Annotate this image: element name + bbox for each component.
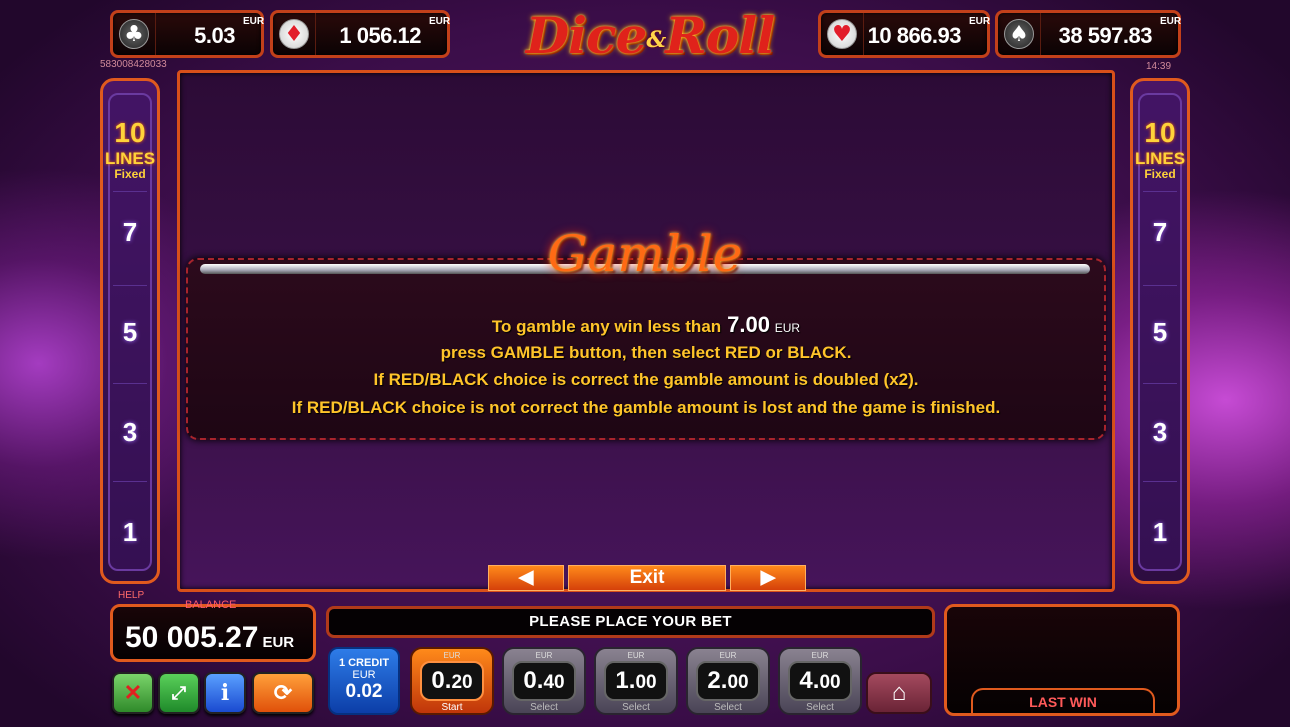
bet-button[interactable]: EUR 0.40 Select bbox=[502, 647, 586, 715]
prev-button[interactable]: ◀ bbox=[488, 565, 564, 591]
gamble-line-3: If RED/BLACK choice is correct the gambl… bbox=[373, 370, 919, 389]
next-button[interactable]: ▶ bbox=[730, 565, 806, 591]
fullscreen-icon[interactable]: ⤢ bbox=[158, 672, 200, 714]
line-number: 5 bbox=[122, 317, 138, 347]
gamble-limit: 7.00 bbox=[727, 312, 770, 337]
jackpot-currency: EUR bbox=[429, 16, 451, 27]
gamble-line-1: To gamble any win less than 7.00 EUR bbox=[491, 312, 801, 337]
jackpot-currency: EUR bbox=[243, 16, 265, 27]
line-number: 7 bbox=[122, 217, 138, 247]
sound-muted-icon[interactable]: ✕ bbox=[112, 672, 154, 714]
jackpot-currency: EUR bbox=[1160, 16, 1182, 27]
last-win-label: LAST WIN bbox=[971, 688, 1155, 714]
bet-button-selected[interactable]: EUR 0.20 Start bbox=[410, 647, 494, 715]
hearts-icon: ♥ bbox=[827, 19, 857, 49]
jackpot-value: 1 056.12 bbox=[339, 23, 421, 48]
clock: 14:39 bbox=[1146, 61, 1172, 72]
balance-label: BALANCE bbox=[185, 599, 237, 611]
lines-mode: Fixed bbox=[1144, 167, 1176, 181]
lines-label: LINES bbox=[104, 149, 156, 168]
session-id: 583008428033 bbox=[100, 59, 167, 70]
spades-icon: ♠ bbox=[1004, 19, 1034, 49]
help-label[interactable]: HELP bbox=[118, 590, 144, 601]
gamble-line-4: If RED/BLACK choice is not correct the g… bbox=[291, 398, 1001, 417]
line-number: 3 bbox=[122, 417, 138, 447]
line-number: 1 bbox=[122, 517, 138, 547]
lines-mode: Fixed bbox=[114, 167, 146, 181]
message-bar: PLEASE PLACE YOUR BET bbox=[326, 606, 935, 638]
clubs-icon: ♣ bbox=[119, 19, 149, 49]
lines-count: 10 bbox=[114, 117, 146, 148]
jackpot-spades: ♠ 38 597.83 EUR bbox=[995, 10, 1181, 58]
exit-button[interactable]: Exit bbox=[568, 565, 726, 591]
line-number: 1 bbox=[1152, 517, 1168, 547]
lines-panel-left: 10 LINES Fixed 7 5 3 1 bbox=[100, 78, 160, 584]
balance-value: 50 005.27 EUR bbox=[125, 621, 295, 654]
info-icon[interactable]: i bbox=[204, 672, 246, 714]
balance-panel: BALANCE 50 005.27 EUR bbox=[110, 599, 316, 662]
bet-button[interactable]: EUR 2.00 Select bbox=[686, 647, 770, 715]
lines-count: 10 bbox=[1144, 117, 1176, 148]
line-number: 3 bbox=[1152, 417, 1168, 447]
jackpot-value: 10 866.93 bbox=[867, 23, 962, 48]
gamble-title: Gamble bbox=[547, 225, 743, 283]
bet-button[interactable]: EUR 4.00 Select bbox=[778, 647, 862, 715]
jackpot-clubs: ♣ 5.03 EUR bbox=[110, 10, 264, 58]
last-win-panel: LAST WIN bbox=[944, 604, 1180, 716]
jackpot-currency: EUR bbox=[969, 16, 991, 27]
jackpot-value: 5.03 bbox=[194, 23, 235, 48]
game-logo: Dice&Roll bbox=[525, 6, 775, 65]
lines-panel-right: 10 LINES Fixed 7 5 3 1 bbox=[1130, 78, 1190, 584]
line-number: 7 bbox=[1152, 217, 1168, 247]
diamonds-icon: ♦ bbox=[279, 19, 309, 49]
jackpot-hearts: ♥ 10 866.93 EUR bbox=[818, 10, 990, 58]
bet-button[interactable]: EUR 1.00 Select bbox=[594, 647, 678, 715]
jackpot-value: 38 597.83 bbox=[1058, 23, 1153, 48]
jackpot-diamonds: ♦ 1 056.12 EUR bbox=[270, 10, 450, 58]
credit-denomination[interactable]: 1 CREDIT EUR 0.02 bbox=[328, 647, 400, 715]
home-icon[interactable]: ⌂ bbox=[866, 672, 932, 714]
autoplay-icon[interactable]: ⟳ bbox=[252, 672, 314, 714]
gamble-line-2: press GAMBLE button, then select RED or … bbox=[440, 343, 852, 362]
line-number: 5 bbox=[1152, 317, 1168, 347]
lines-label: LINES bbox=[1134, 149, 1186, 168]
